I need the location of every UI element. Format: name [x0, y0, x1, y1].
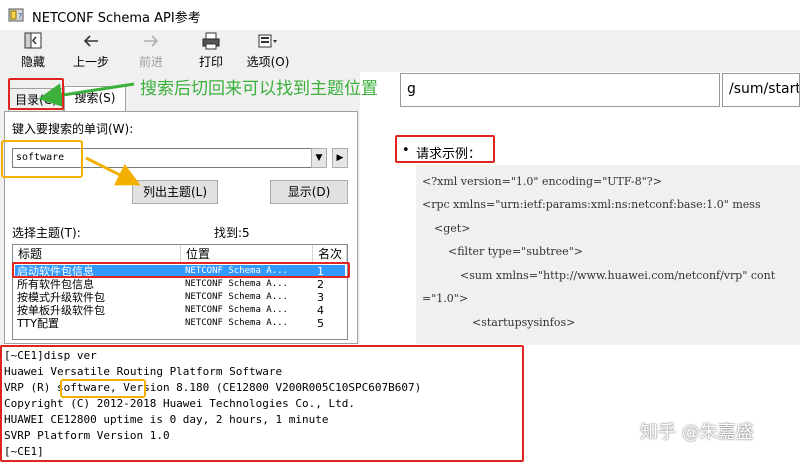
section-title-highlight	[395, 135, 495, 163]
annotation-text: 搜索后切回来可以找到主题位置	[140, 79, 378, 99]
contents-tab-highlight	[8, 78, 64, 110]
yellow-arrow	[85, 156, 141, 186]
selected-topic-highlight	[12, 262, 350, 278]
watermark: 知乎 @朱嘉盛	[640, 422, 754, 443]
terminal-highlight	[0, 345, 524, 462]
search-term-highlight	[1, 140, 83, 178]
software-keyword-highlight	[60, 379, 146, 398]
